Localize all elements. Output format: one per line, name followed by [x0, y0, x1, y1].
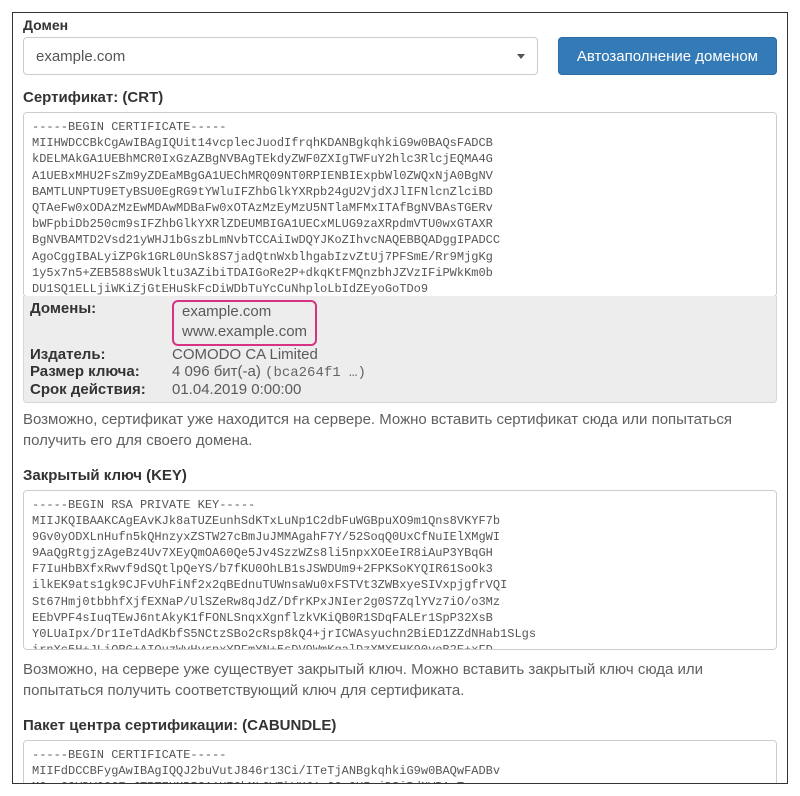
- cabundle-textarea[interactable]: [23, 740, 777, 785]
- info-expiry-value: 01.04.2019 0:00:00: [172, 381, 770, 398]
- info-domain-2: www.example.com: [182, 323, 307, 340]
- chevron-down-icon: [517, 54, 525, 59]
- domain-select-value: example.com: [36, 48, 517, 65]
- info-domains-label: Домены:: [30, 300, 172, 346]
- info-issuer-label: Издатель:: [30, 346, 172, 363]
- domain-row: example.com Автозаполнение доменом: [23, 37, 777, 75]
- cabundle-title: Пакет центра сертификации: (CABUNDLE): [23, 717, 777, 734]
- info-domain-1: example.com: [182, 303, 271, 320]
- info-keyhash-value: (bca264f1 …): [265, 365, 366, 381]
- domain-select[interactable]: example.com: [23, 37, 538, 75]
- info-expiry-label: Срок действия:: [30, 381, 172, 398]
- key-textarea[interactable]: [23, 490, 777, 650]
- info-issuer-value: COMODO CA Limited: [172, 346, 770, 363]
- cert-textarea[interactable]: [23, 112, 777, 297]
- info-domains-highlight: example.com www.example.com: [172, 300, 317, 346]
- autofill-button[interactable]: Автозаполнение доменом: [558, 37, 777, 75]
- key-title: Закрытый ключ (KEY): [23, 467, 777, 484]
- info-keysize-label: Размер ключа:: [30, 363, 172, 381]
- domain-label: Домен: [23, 17, 777, 33]
- cert-title: Сертификат: (CRT): [23, 89, 777, 106]
- key-help-text: Возможно, на сервере уже существует закр…: [23, 659, 777, 701]
- cert-help-text: Возможно, сертификат уже находится на се…: [23, 409, 777, 451]
- cert-infobox: Домены: example.com www.example.com Изда…: [23, 296, 777, 403]
- autofill-button-label: Автозаполнение доменом: [577, 48, 758, 65]
- info-keysize-value: 4 096 бит(-а): [172, 363, 265, 380]
